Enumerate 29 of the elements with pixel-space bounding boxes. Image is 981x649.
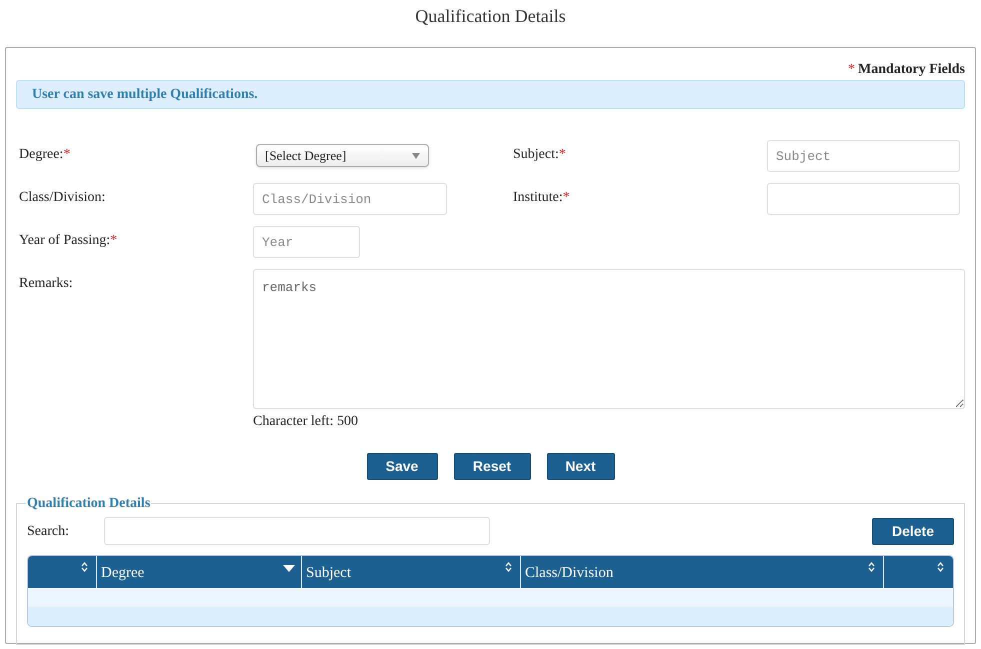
- input-field[interactable]: Year: [253, 226, 360, 258]
- character-counter: Character left: 500: [253, 413, 358, 431]
- field-label: Degree:*: [19, 147, 70, 162]
- field-label: Subject:*: [513, 147, 566, 162]
- info-banner: User can save multiple Qualifications.: [16, 80, 965, 109]
- search-field[interactable]: [104, 517, 490, 545]
- action-button[interactable]: Next: [546, 453, 614, 480]
- caret-icon: [412, 152, 420, 158]
- action-button[interactable]: Reset: [454, 453, 530, 480]
- field-label: Institute:*: [513, 190, 570, 205]
- input-field[interactable]: Class/Division: [253, 183, 447, 215]
- field-label: Remarks:: [19, 276, 73, 291]
- field-label: Year of Passing:*: [19, 233, 118, 248]
- sort-icon: [937, 562, 944, 572]
- delete-button[interactable]: Delete: [872, 518, 954, 544]
- search-label: Search:: [27, 522, 70, 540]
- page-title: Qualification Details: [414, 5, 567, 28]
- sort-icon: [81, 562, 88, 572]
- field-label: Class/Division:: [19, 190, 106, 205]
- input-field[interactable]: [767, 183, 960, 215]
- sort-descending-icon: [283, 565, 295, 572]
- section-legend: Qualification Details: [26, 493, 152, 514]
- sort-icon: [505, 562, 512, 572]
- sort-icon: [868, 562, 875, 572]
- mandatory-note: * Mandatory Fields: [848, 61, 965, 79]
- degree-dropdown[interactable]: [Select Degree]: [256, 144, 429, 167]
- input-field[interactable]: Subject: [767, 140, 960, 172]
- remarks-field[interactable]: remarks: [253, 269, 965, 409]
- action-button[interactable]: Save: [366, 453, 438, 480]
